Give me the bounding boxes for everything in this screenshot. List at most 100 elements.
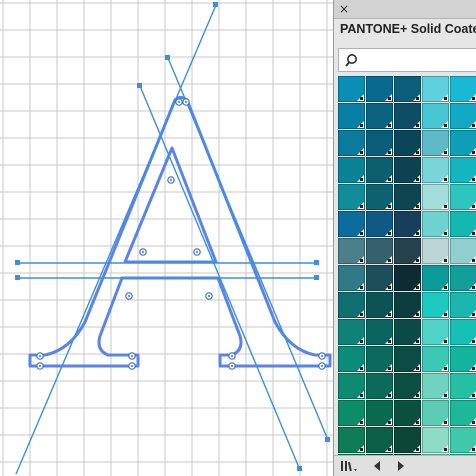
color-swatch[interactable] bbox=[366, 292, 393, 318]
color-swatch[interactable] bbox=[422, 427, 449, 453]
color-swatch[interactable] bbox=[422, 373, 449, 399]
color-swatch[interactable] bbox=[450, 427, 476, 453]
anchor-point-center bbox=[39, 355, 41, 357]
color-swatch[interactable] bbox=[366, 76, 393, 102]
handle-point[interactable] bbox=[314, 260, 319, 265]
color-swatch[interactable] bbox=[422, 130, 449, 156]
color-swatch[interactable] bbox=[366, 238, 393, 264]
swatch-grid bbox=[338, 76, 476, 455]
color-swatch[interactable] bbox=[366, 373, 393, 399]
handle-point[interactable] bbox=[297, 466, 302, 471]
color-swatch[interactable] bbox=[422, 103, 449, 129]
panel-titlebar[interactable]: × bbox=[334, 0, 476, 19]
color-swatch[interactable] bbox=[394, 103, 421, 129]
color-swatch[interactable] bbox=[450, 346, 476, 372]
anchor-point-center bbox=[131, 365, 133, 367]
color-swatch[interactable] bbox=[450, 292, 476, 318]
magnifier-icon bbox=[345, 54, 357, 67]
color-swatch[interactable] bbox=[450, 103, 476, 129]
color-swatch[interactable] bbox=[394, 373, 421, 399]
color-swatch[interactable] bbox=[366, 346, 393, 372]
anchor-point-center bbox=[128, 295, 130, 297]
color-swatch[interactable] bbox=[366, 265, 393, 291]
color-swatch[interactable] bbox=[394, 265, 421, 291]
triangle-right-icon[interactable] bbox=[396, 460, 406, 472]
color-swatch[interactable] bbox=[366, 400, 393, 426]
color-swatch[interactable] bbox=[338, 211, 365, 237]
color-swatch[interactable] bbox=[422, 265, 449, 291]
color-swatch[interactable] bbox=[450, 157, 476, 183]
color-swatch[interactable] bbox=[338, 400, 365, 426]
color-swatch[interactable] bbox=[422, 346, 449, 372]
anchor-point-center bbox=[321, 355, 323, 357]
color-swatch[interactable] bbox=[450, 130, 476, 156]
color-swatch[interactable] bbox=[394, 76, 421, 102]
color-swatch[interactable] bbox=[394, 292, 421, 318]
color-swatch[interactable] bbox=[450, 400, 476, 426]
color-swatch[interactable] bbox=[394, 184, 421, 210]
bezier-handle-points[interactable] bbox=[15, 2, 330, 471]
color-swatch[interactable] bbox=[422, 238, 449, 264]
color-swatch[interactable] bbox=[338, 427, 365, 453]
color-swatch[interactable] bbox=[450, 319, 476, 345]
color-swatch[interactable] bbox=[394, 346, 421, 372]
color-swatch[interactable] bbox=[450, 184, 476, 210]
handle-point[interactable] bbox=[165, 55, 170, 60]
panel-title: PANTONE+ Solid Coated bbox=[340, 22, 476, 36]
color-swatch[interactable] bbox=[394, 427, 421, 453]
color-swatch[interactable] bbox=[450, 238, 476, 264]
color-swatch[interactable] bbox=[366, 184, 393, 210]
color-swatch[interactable] bbox=[394, 130, 421, 156]
color-swatch[interactable] bbox=[394, 238, 421, 264]
anchor-point-center bbox=[231, 355, 233, 357]
handle-point[interactable] bbox=[325, 437, 330, 442]
color-swatch[interactable] bbox=[338, 130, 365, 156]
color-swatch[interactable] bbox=[338, 373, 365, 399]
anchor-point-center bbox=[231, 365, 233, 367]
color-swatch[interactable] bbox=[366, 319, 393, 345]
close-icon[interactable]: × bbox=[339, 1, 349, 17]
anchor-point-center bbox=[178, 101, 180, 103]
handle-line bbox=[15, 4, 217, 475]
color-swatch[interactable] bbox=[450, 211, 476, 237]
color-swatch[interactable] bbox=[338, 292, 365, 318]
anchor-point-center bbox=[131, 355, 133, 357]
handle-point[interactable] bbox=[15, 275, 20, 280]
color-swatch[interactable] bbox=[394, 157, 421, 183]
color-swatch[interactable] bbox=[422, 400, 449, 426]
color-swatch[interactable] bbox=[366, 427, 393, 453]
color-swatch[interactable] bbox=[338, 238, 365, 264]
search-input[interactable] bbox=[338, 48, 476, 72]
color-swatch[interactable] bbox=[338, 184, 365, 210]
color-swatch[interactable] bbox=[394, 211, 421, 237]
color-swatch[interactable] bbox=[422, 76, 449, 102]
swatch-library-icon[interactable] bbox=[340, 459, 358, 473]
handle-point[interactable] bbox=[137, 83, 142, 88]
color-swatch[interactable] bbox=[338, 265, 365, 291]
color-swatch[interactable] bbox=[338, 76, 365, 102]
handle-point[interactable] bbox=[213, 2, 218, 7]
color-swatch[interactable] bbox=[366, 103, 393, 129]
color-swatch[interactable] bbox=[422, 184, 449, 210]
handle-point[interactable] bbox=[314, 275, 319, 280]
color-swatch[interactable] bbox=[366, 211, 393, 237]
anchor-point-center bbox=[142, 251, 144, 253]
color-swatch[interactable] bbox=[450, 265, 476, 291]
color-swatch[interactable] bbox=[366, 157, 393, 183]
color-swatch[interactable] bbox=[338, 157, 365, 183]
color-swatch[interactable] bbox=[450, 76, 476, 102]
color-swatch[interactable] bbox=[338, 103, 365, 129]
color-swatch[interactable] bbox=[422, 292, 449, 318]
color-swatch[interactable] bbox=[394, 400, 421, 426]
color-swatch[interactable] bbox=[422, 211, 449, 237]
anchor-point-center bbox=[185, 101, 187, 103]
color-swatch[interactable] bbox=[422, 319, 449, 345]
color-swatch[interactable] bbox=[450, 373, 476, 399]
color-swatch[interactable] bbox=[422, 157, 449, 183]
color-swatch[interactable] bbox=[338, 319, 365, 345]
triangle-left-icon[interactable] bbox=[372, 460, 382, 472]
color-swatch[interactable] bbox=[366, 130, 393, 156]
color-swatch[interactable] bbox=[394, 319, 421, 345]
handle-point[interactable] bbox=[15, 260, 20, 265]
color-swatch[interactable] bbox=[338, 346, 365, 372]
